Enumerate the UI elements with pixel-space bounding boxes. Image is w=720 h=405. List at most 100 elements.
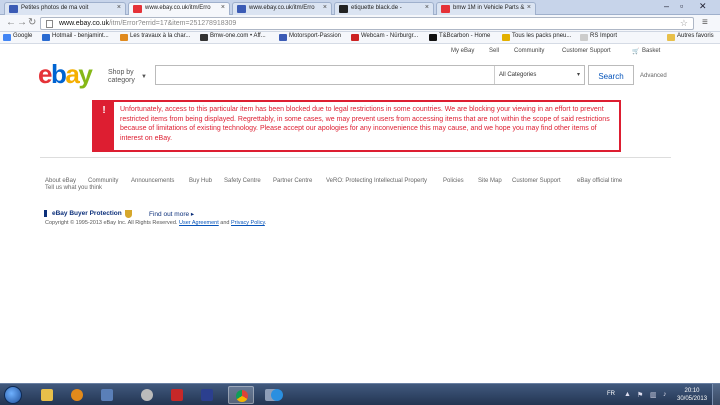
search-button[interactable]: Search [588, 65, 634, 85]
footer-link[interactable]: Announcements [131, 178, 174, 184]
taskbar-explorer[interactable] [34, 386, 60, 404]
bookmark-motorsport[interactable]: Motorsport-Passion [279, 33, 341, 41]
maximize-icon[interactable]: ▫ [680, 1, 683, 11]
bmw-icon [200, 34, 208, 41]
nav-bar: ← → ↻ www.ebay.co.uk/itm/Error?errid=17&… [0, 15, 720, 32]
monitor-icon [101, 389, 113, 401]
volume-icon[interactable]: ♪ [663, 391, 667, 398]
tab-5[interactable]: bmw 1M in Vehicle Parts & × [436, 2, 536, 15]
buyer-protection-label: eBay Buyer Protection [44, 210, 122, 217]
tab-title: www.ebay.co.uk/itm/Erro [249, 5, 315, 11]
bookmark-hotmail[interactable]: Hotmail - benjamint... [42, 33, 109, 41]
category-select[interactable]: All Categories ▾ [494, 66, 584, 84]
taskbar-chrome[interactable] [228, 386, 254, 404]
close-icon[interactable]: × [323, 4, 327, 11]
footer-link[interactable]: About eBay [45, 178, 76, 184]
alert-message: Unfortunately, access to this particular… [120, 106, 610, 142]
privacy-policy-link[interactable]: Privacy Policy [231, 220, 265, 226]
close-window-icon[interactable]: ✕ [699, 1, 707, 12]
taskbar-ie[interactable] [264, 386, 290, 404]
tab-2[interactable]: www.ebay.co.uk/itm/Erro × [128, 2, 230, 15]
close-icon[interactable]: × [117, 4, 121, 11]
chrome-icon [236, 390, 248, 402]
taskbar-app[interactable] [94, 386, 120, 404]
hotmail-icon [42, 34, 50, 41]
error-alert: ! Unfortunately, access to this particul… [92, 100, 621, 152]
bookmark-packs-pneu[interactable]: Tous les packs pneu... [502, 33, 571, 41]
taskbar-app[interactable] [164, 386, 190, 404]
bookmark-google[interactable]: Google [3, 33, 32, 41]
bookmark-travaux[interactable]: Les travaux à la char... [120, 33, 190, 41]
tab-favicon-icon [441, 5, 450, 13]
menu-icon[interactable]: ≡ [702, 17, 708, 28]
footer-link[interactable]: Buy Hub [189, 178, 212, 184]
close-icon[interactable]: × [527, 4, 531, 11]
folder-icon [667, 34, 675, 41]
bookmark-tbcarbon[interactable]: T&Bcarbon - Home [429, 33, 490, 41]
footer-link[interactable]: eBay official time [577, 178, 622, 184]
footer-link[interactable]: Safety Centre [224, 178, 261, 184]
chevron-up-icon[interactable]: ▲ [624, 391, 631, 398]
tab-title: etiquette black.de - [351, 5, 402, 11]
page-icon [46, 20, 53, 28]
close-icon[interactable]: × [425, 4, 429, 11]
tab-favicon-icon [9, 5, 18, 13]
network-icon[interactable]: ▥ [650, 391, 657, 399]
chevron-down-icon: ▾ [576, 72, 580, 78]
tab-strip: Petites photos de ma voit × www.ebay.co.… [0, 0, 720, 15]
bookmark-other[interactable]: Autres favoris [667, 33, 714, 41]
caret-down-icon: ▼ [141, 74, 147, 80]
app-icon [201, 389, 213, 401]
basket-icon[interactable]: 🛒 [632, 48, 639, 55]
windows-start-icon[interactable] [4, 386, 22, 404]
nav-basket[interactable]: Basket [642, 48, 660, 54]
back-arrow-icon[interactable]: ← [6, 17, 16, 28]
footer-link[interactable]: VeRO: Protecting Intellectual Property [326, 178, 427, 184]
taskbar-itunes[interactable] [134, 386, 160, 404]
taskbar-app[interactable] [194, 386, 220, 404]
flag-icon[interactable]: ⚑ [637, 391, 643, 399]
divider [40, 157, 671, 158]
show-desktop-button[interactable] [712, 384, 720, 405]
find-out-more-link[interactable]: Find out more ▸ [149, 210, 194, 218]
tab-3[interactable]: www.ebay.co.uk/itm/Erro × [232, 2, 332, 15]
tab-favicon-icon [339, 5, 348, 13]
reload-icon[interactable]: ↻ [28, 17, 36, 28]
tab-title: Petites photos de ma voit [21, 5, 89, 11]
forward-arrow-icon[interactable]: → [17, 17, 27, 28]
ebay-logo[interactable]: ebay [38, 61, 93, 87]
clock-time: 20:10 [684, 388, 700, 394]
footer-link[interactable]: Policies [443, 178, 464, 184]
nav-my-ebay[interactable]: My eBay [451, 48, 474, 54]
footer-link[interactable]: Community [88, 178, 118, 184]
tab-title: bmw 1M in Vehicle Parts & [453, 5, 525, 11]
url-path: /itm/Error?errid=17&item=251278918309 [109, 20, 237, 27]
bookmark-star-icon[interactable]: ☆ [680, 18, 688, 29]
language-indicator[interactable]: FR [607, 391, 615, 397]
nav-community[interactable]: Community [514, 48, 544, 54]
nav-customer-support[interactable]: Customer Support [562, 48, 611, 54]
footer-link[interactable]: Customer Support [512, 178, 561, 184]
advanced-search-link[interactable]: Advanced [640, 73, 667, 79]
nav-sell[interactable]: Sell [489, 48, 499, 54]
tab-1[interactable]: Petites photos de ma voit × [4, 2, 126, 15]
address-bar[interactable]: www.ebay.co.uk/itm/Error?errid=17&item=2… [40, 17, 694, 30]
taskbar-media-player[interactable] [64, 386, 90, 404]
footer-link[interactable]: Partner Centre [273, 178, 312, 184]
bookmark-webcam[interactable]: Webcam - Nürburgr... [351, 33, 418, 41]
footer-link[interactable]: Site Map [478, 178, 502, 184]
search-input[interactable]: All Categories ▾ [155, 65, 585, 85]
bookmark-rs-import[interactable]: RS Import [580, 33, 617, 41]
clock[interactable]: 20:10 30/05/2013 [677, 387, 707, 403]
minimize-icon[interactable]: – [664, 1, 669, 11]
tab-4[interactable]: etiquette black.de - × [334, 2, 434, 15]
feedback-link[interactable]: Tell us what you think [45, 185, 102, 191]
shop-by-category[interactable]: Shop by category ▼ [108, 69, 147, 85]
folder-icon [41, 389, 53, 401]
user-agreement-link[interactable]: User Agreement [179, 220, 219, 226]
motorsport-icon [279, 34, 287, 41]
bookmarks-bar: Google Hotmail - benjamint... Les travau… [0, 32, 720, 44]
app-icon [171, 389, 183, 401]
close-icon[interactable]: × [221, 4, 225, 11]
bookmark-bmw-one[interactable]: Bmw-one.com • Aff... [200, 33, 266, 41]
